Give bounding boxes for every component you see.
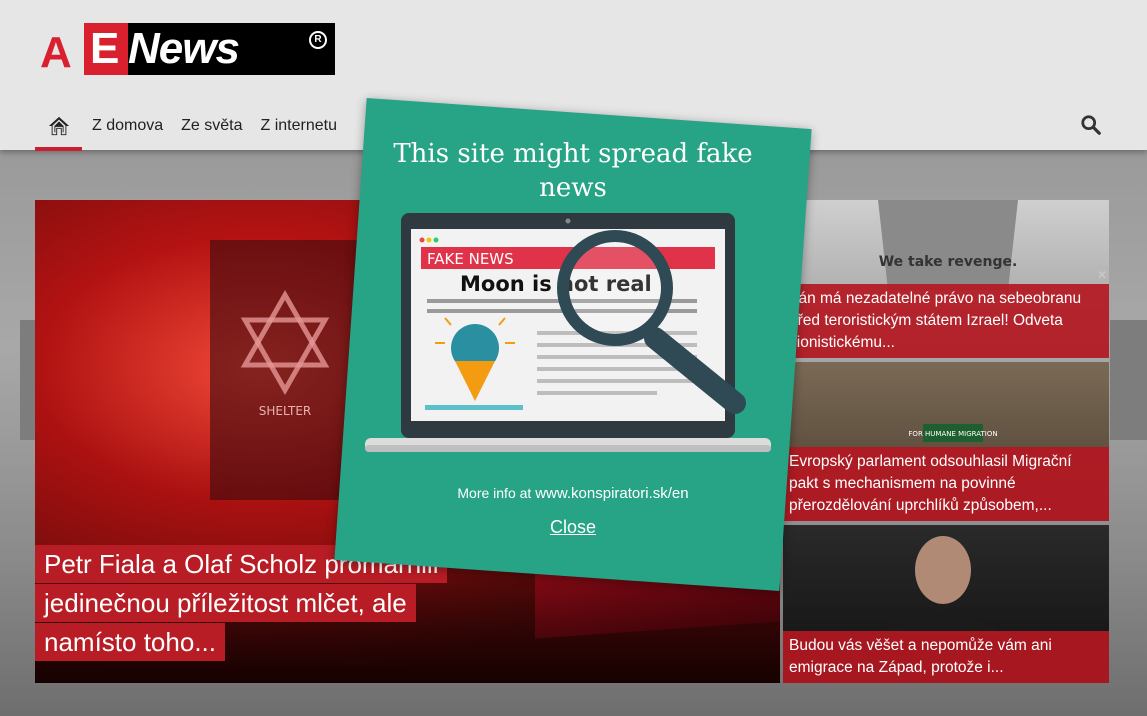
logo-news-text: News [128,24,240,73]
close-icon[interactable]: ✕ [1097,268,1107,282]
photo-badge-text: FOR HUMANE MIGRATION [908,430,997,438]
side-article-card[interactable]: FOR HUMANE MIGRATION Evropský parlament … [783,362,1109,521]
side-article-title[interactable]: Írán má nezadatelné právo na sebeobranu … [783,284,1109,358]
main-nav: Z domova Ze světa Z internetu [35,104,345,151]
nav-item-domov[interactable]: Z domova [82,117,171,139]
protest-sign-graphic: We take revenge. [878,200,1018,290]
portrait-graphic [878,536,1008,635]
logo-registered-mark: R [309,31,327,49]
site-logo[interactable]: A E News R [40,23,335,75]
nav-item-svet[interactable]: Ze světa [171,117,250,139]
photo-sign-text: We take revenge. [879,254,1018,270]
dialog-info-link[interactable]: www.konspiratori.sk/en [535,485,688,502]
dialog-info-text: More info at www.konspiratori.sk/en [350,485,796,502]
nav-home[interactable] [35,104,82,151]
background-building [1110,320,1147,440]
fake-news-warning-dialog: This site might spread fake news FAKE NE… [334,98,812,591]
parliament-graphic: FOR HUMANE MIGRATION [908,424,998,442]
photo-shelter-text: SHELTER [259,404,312,418]
side-article-title[interactable]: Budou vás věšet a nepomůže vám ani emigr… [783,631,1109,683]
logo-letter-e-box: E [84,23,128,75]
dialog-close-link[interactable]: Close [350,517,796,538]
side-article-title[interactable]: Evropský parlament odsouhlasil Migrační … [783,447,1109,521]
search-icon[interactable] [1080,114,1102,136]
logo-letter-e: E [90,24,120,73]
dialog-content: This site might spread fake news FAKE NE… [350,113,796,576]
side-article-card[interactable]: We take revenge. ✕ Írán má nezadatelné p… [783,200,1109,358]
illustration-banner-text: FAKE NEWS [427,250,514,268]
logo-news-box: News R [128,23,335,75]
home-icon [48,116,69,135]
nav-item-internet[interactable]: Z internetu [251,117,345,139]
star-of-david-graphic: SHELTER [240,289,330,418]
side-article-card[interactable]: Budou vás věšet a nepomůže vám ani emigr… [783,525,1109,683]
dialog-info-prefix: More info at [457,485,532,501]
logo-letter-a: A [40,28,72,77]
dialog-title: This site might spread fake news [393,139,753,203]
laptop-illustration: FAKE NEWS Moon is not real [365,213,771,452]
photo-tower: SHELTER [210,240,360,500]
